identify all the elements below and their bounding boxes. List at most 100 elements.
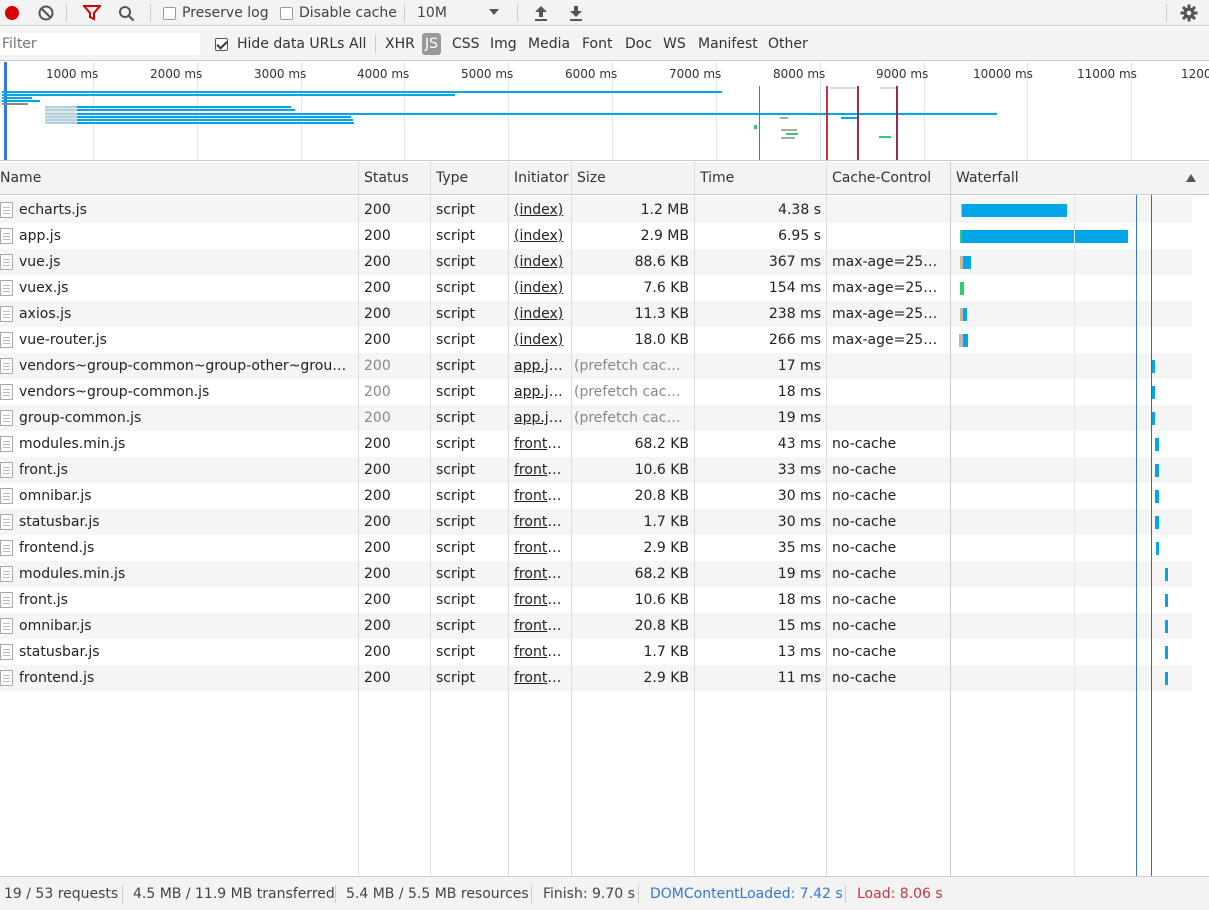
preserve-log-checkbox[interactable]: Preserve log <box>163 0 269 26</box>
request-initiator[interactable]: fronte... <box>514 665 569 691</box>
request-name[interactable]: modules.min.js <box>19 561 355 587</box>
waterfall-bar[interactable] <box>962 204 1067 217</box>
preserve-log-check[interactable] <box>163 6 176 20</box>
type-filter-doc[interactable]: Doc <box>625 33 652 55</box>
request-initiator[interactable]: (index) <box>514 275 569 301</box>
request-initiator[interactable]: fronte... <box>514 535 569 561</box>
table-row[interactable]: front.js 200 script fronte... 10.6 KB 18 ms no… <box>0 587 1192 613</box>
disable-cache-check[interactable] <box>280 6 293 20</box>
sort-ascending-icon[interactable] <box>1186 174 1196 182</box>
table-row[interactable]: omnibar.js 200 script fronte... 20.8 KB 15 ms… <box>0 613 1192 639</box>
request-name[interactable]: app.js <box>19 223 355 249</box>
request-name[interactable]: vuex.js <box>19 275 355 301</box>
request-initiator[interactable]: (index) <box>514 197 569 223</box>
type-filter-all[interactable]: All <box>349 33 366 55</box>
request-initiator[interactable]: (index) <box>514 327 569 353</box>
table-row[interactable]: axios.js 200 script (index) 11.3 KB 238 ms max… <box>0 301 1192 327</box>
request-name[interactable]: modules.min.js <box>19 431 355 457</box>
waterfall-bar[interactable] <box>1155 438 1159 451</box>
request-name[interactable]: group-common.js <box>19 405 355 431</box>
request-initiator[interactable]: fronte... <box>514 509 569 535</box>
timeline-overview[interactable]: 1000 ms 2000 ms 3000 ms 4000 ms 5000 ms … <box>0 62 1209 161</box>
column-header-time[interactable]: Time <box>695 162 827 195</box>
request-initiator[interactable]: (index) <box>514 301 569 327</box>
table-row[interactable]: modules.min.js 200 script fronte... 68.2 KB 1… <box>0 561 1192 587</box>
search-button[interactable] <box>116 0 136 26</box>
export-har-button[interactable] <box>566 0 586 26</box>
waterfall-bar[interactable] <box>1165 646 1168 659</box>
waterfall-bar[interactable] <box>1155 490 1159 503</box>
request-name[interactable]: frontend.js <box>19 665 355 691</box>
request-initiator[interactable]: fronte... <box>514 431 569 457</box>
column-header-type[interactable]: Type <box>431 162 509 195</box>
request-initiator[interactable]: fronte... <box>514 639 569 665</box>
record-button[interactable] <box>2 0 22 26</box>
type-filter-media[interactable]: Media <box>528 33 570 55</box>
type-filter-js[interactable]: JS <box>422 33 442 55</box>
waterfall-bar[interactable] <box>963 256 971 269</box>
hide-data-urls-check[interactable] <box>215 37 228 51</box>
request-name[interactable]: axios.js <box>19 301 355 327</box>
table-row[interactable]: vue.js 200 script (index) 88.6 KB 367 ms max-a… <box>0 249 1192 275</box>
table-row[interactable]: echarts.js 200 script (index) 1.2 MB 4.38 s <box>0 197 1192 223</box>
waterfall-bar[interactable] <box>1156 542 1159 555</box>
column-header-status[interactable]: Status <box>359 162 431 195</box>
request-initiator[interactable]: fronte... <box>514 587 569 613</box>
waterfall-bar[interactable] <box>1155 516 1159 529</box>
request-name[interactable]: statusbar.js <box>19 639 355 665</box>
settings-button[interactable] <box>1178 0 1200 26</box>
waterfall-bar[interactable] <box>1152 386 1155 399</box>
waterfall-bar[interactable] <box>963 308 967 321</box>
request-initiator[interactable]: fronte... <box>514 613 569 639</box>
column-header-waterfall[interactable]: Waterfall <box>951 162 1171 195</box>
request-initiator[interactable]: app.js... <box>514 405 569 431</box>
filter-toggle-button[interactable] <box>81 0 103 26</box>
request-initiator[interactable]: (index) <box>514 223 569 249</box>
type-filter-manifest[interactable]: Manifest <box>698 33 758 55</box>
waterfall-bar[interactable] <box>1165 594 1168 607</box>
waterfall-bar[interactable] <box>1165 672 1168 685</box>
table-row[interactable]: statusbar.js 200 script fronte... 1.7 KB 13 m… <box>0 639 1192 665</box>
type-filter-other[interactable]: Other <box>768 33 808 55</box>
request-name[interactable]: echarts.js <box>19 197 355 223</box>
throttle-select[interactable]: 10M <box>417 0 505 26</box>
waterfall-bar[interactable] <box>960 282 964 295</box>
request-initiator[interactable]: (index) <box>514 249 569 275</box>
table-row[interactable]: modules.min.js 200 script fronte... 68.2 KB 4… <box>0 431 1192 457</box>
type-filter-css[interactable]: CSS <box>452 33 480 55</box>
request-name[interactable]: omnibar.js <box>19 613 355 639</box>
disable-cache-checkbox[interactable]: Disable cache <box>280 0 397 26</box>
waterfall-bar[interactable] <box>1165 620 1168 633</box>
table-row[interactable]: vendors~group-common~group-other~group-.… <box>0 353 1192 379</box>
request-initiator[interactable]: app.js... <box>514 379 569 405</box>
type-filter-ws[interactable]: WS <box>663 33 686 55</box>
column-header-size[interactable]: Size <box>572 162 695 195</box>
table-row[interactable]: statusbar.js 200 script fronte... 1.7 KB 30 m… <box>0 509 1192 535</box>
table-row[interactable]: vue-router.js 200 script (index) 18.0 KB 266 … <box>0 327 1192 353</box>
table-row[interactable]: group-common.js 200 script app.js... (prefet… <box>0 405 1192 431</box>
column-header-name[interactable]: Name <box>0 162 354 195</box>
request-name[interactable]: vue.js <box>19 249 355 275</box>
table-row[interactable]: front.js 200 script fronte... 10.6 KB 33 ms no… <box>0 457 1192 483</box>
type-filter-xhr[interactable]: XHR <box>385 33 415 55</box>
hide-data-urls-checkbox[interactable]: Hide data URLs <box>215 33 344 55</box>
request-name[interactable]: frontend.js <box>19 535 355 561</box>
request-initiator[interactable]: fronte... <box>514 457 569 483</box>
request-initiator[interactable]: fronte... <box>514 483 569 509</box>
clear-button[interactable] <box>36 0 56 26</box>
waterfall-bar[interactable] <box>963 334 968 347</box>
waterfall-bar[interactable] <box>1155 464 1159 477</box>
table-row[interactable]: frontend.js 200 script fronte... 2.9 KB 35 ms… <box>0 535 1192 561</box>
waterfall-bar[interactable] <box>1152 412 1155 425</box>
request-name[interactable]: front.js <box>19 457 355 483</box>
request-initiator[interactable]: app.js... <box>514 353 569 379</box>
request-name[interactable]: statusbar.js <box>19 509 355 535</box>
request-name[interactable]: vendors~group-common.js <box>19 379 355 405</box>
column-header-cache-control[interactable]: Cache-Control <box>827 162 950 195</box>
waterfall-bar[interactable] <box>962 230 1128 243</box>
waterfall-bar[interactable] <box>1165 568 1168 581</box>
type-filter-img[interactable]: Img <box>490 33 517 55</box>
column-header-initiator[interactable]: Initiator <box>509 162 572 195</box>
table-row[interactable]: app.js 200 script (index) 2.9 MB 6.95 s <box>0 223 1192 249</box>
type-filter-font[interactable]: Font <box>582 33 612 55</box>
